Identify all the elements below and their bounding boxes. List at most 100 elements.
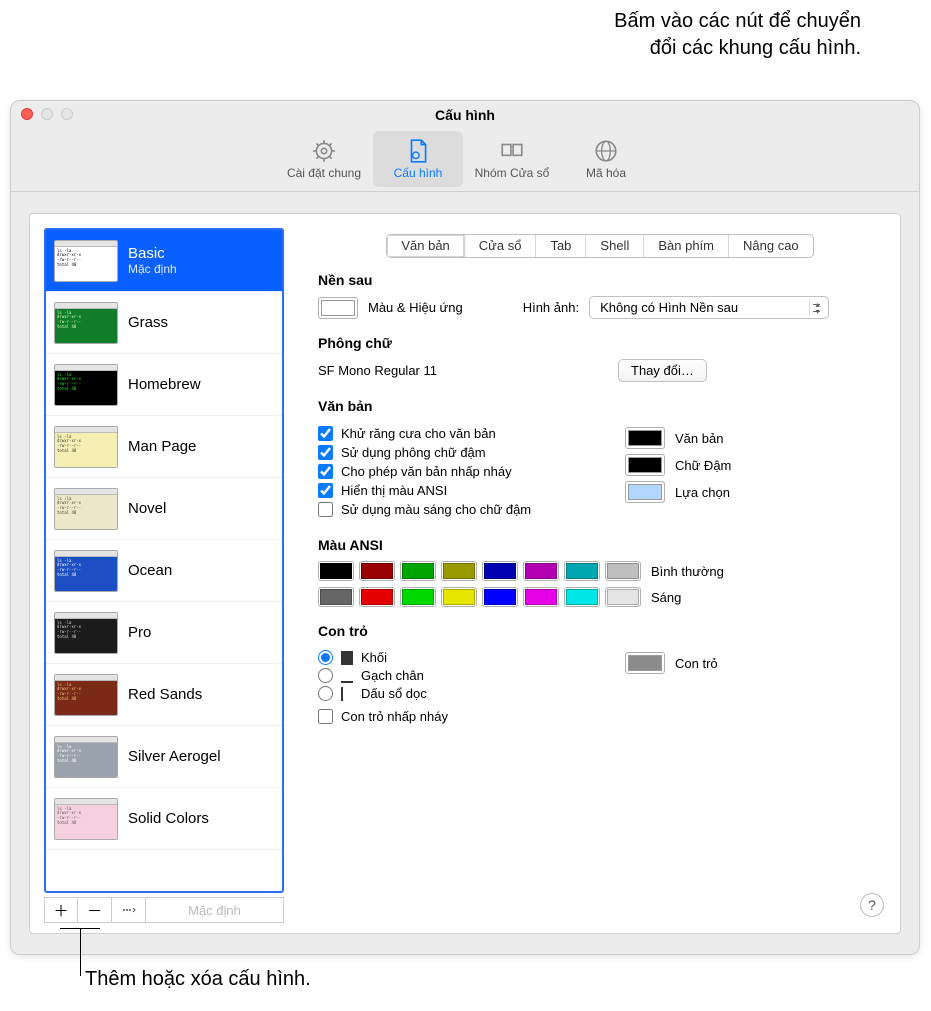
ansi-colors-checkbox[interactable]: Hiển thị màu ANSI — [318, 483, 575, 498]
tab-shell[interactable]: Shell — [586, 235, 644, 257]
globe-icon — [592, 138, 620, 164]
ansi-normal-1[interactable] — [359, 561, 395, 581]
toolbar: Cài đặt chung Cấu hình Nhóm Cửa sổ Mã hó… — [11, 127, 919, 192]
cursor-title: Con trỏ — [318, 623, 882, 639]
ansi-bright-3[interactable] — [441, 587, 477, 607]
cursor-underline-radio[interactable]: Gạch chân — [318, 668, 575, 683]
cursor-section: Con trỏ Khối Gạch chân Dấu sổ dọc Con tr… — [318, 623, 882, 728]
tab-keyboard[interactable]: Bàn phím — [644, 235, 729, 257]
help-button[interactable]: ? — [860, 893, 884, 917]
font-section: Phông chữ SF Mono Regular 11 Thay đổi… — [318, 335, 882, 382]
profile-thumbnail: ls -ladrwxr-xr-x-rw-r--r--total 48 — [54, 240, 118, 282]
ansi-section: Màu ANSI Bình thường Sáng — [318, 537, 882, 607]
toolbar-general[interactable]: Cài đặt chung — [279, 131, 369, 187]
ansi-bright-2[interactable] — [400, 587, 436, 607]
cursor-color-well[interactable] — [625, 652, 665, 674]
toolbar-profiles[interactable]: Cấu hình — [373, 131, 463, 187]
profile-item-red-sands[interactable]: ls -ladrwxr-xr-x-rw-r--r--total 48 Red Sa… — [46, 664, 282, 726]
profile-thumbnail: ls -ladrwxr-xr-x-rw-r--r--total 48 — [54, 426, 118, 468]
change-font-button[interactable]: Thay đổi… — [618, 359, 707, 382]
ansi-normal-3[interactable] — [441, 561, 477, 581]
main-panel: Văn bản Cửa sổ Tab Shell Bàn phím Nâng c… — [300, 214, 900, 933]
background-image-select[interactable]: Không có Hình Nền sau — [589, 296, 829, 319]
ansi-bright-0[interactable] — [318, 587, 354, 607]
profile-name: Silver Aerogel — [128, 748, 221, 765]
cursor-bar-radio[interactable]: Dấu sổ dọc — [318, 686, 575, 701]
callout-line — [80, 928, 81, 976]
profiles-sidebar: ls -ladrwxr-xr-x-rw-r--r--total 48BasicM… — [44, 228, 284, 893]
profile-item-novel[interactable]: ls -ladrwxr-xr-x-rw-r--r--total 48 Novel — [46, 478, 282, 540]
profile-actions-button[interactable] — [112, 897, 146, 923]
ansi-bright-4[interactable] — [482, 587, 518, 607]
add-profile-button[interactable]: ＋ — [44, 897, 78, 923]
profile-item-homebrew[interactable]: ls -ladrwxr-xr-x-rw-r--r--total 48 Homebr… — [46, 354, 282, 416]
cursor-blink-checkbox[interactable]: Con trỏ nhấp nháy — [318, 709, 575, 724]
tab-tab[interactable]: Tab — [536, 235, 586, 257]
selection-color-well[interactable] — [625, 481, 665, 503]
ansi-title: Màu ANSI — [318, 537, 882, 553]
ansi-normal-0[interactable] — [318, 561, 354, 581]
profile-item-silver-aerogel[interactable]: ls -ladrwxr-xr-x-rw-r--r--total 48 Silver… — [46, 726, 282, 788]
document-gear-icon — [404, 138, 432, 164]
gear-icon — [310, 138, 338, 164]
profile-tabs: Văn bản Cửa sổ Tab Shell Bàn phím Nâng c… — [386, 234, 813, 258]
remove-profile-button[interactable]: － — [78, 897, 112, 923]
bold-font-checkbox[interactable]: Sử dụng phông chữ đậm — [318, 445, 575, 460]
font-title: Phông chữ — [318, 335, 882, 351]
ansi-bright-1[interactable] — [359, 587, 395, 607]
ellipsis-chevron-icon — [121, 904, 137, 916]
profile-name: Red Sands — [128, 686, 202, 703]
profile-name: Pro — [128, 624, 151, 641]
profile-thumbnail: ls -ladrwxr-xr-x-rw-r--r--total 48 — [54, 488, 118, 530]
profile-name: Novel — [128, 500, 166, 517]
ansi-bright-6[interactable] — [564, 587, 600, 607]
toolbar-encoding[interactable]: Mã hóa — [561, 131, 651, 187]
profile-item-basic[interactable]: ls -ladrwxr-xr-x-rw-r--r--total 48BasicM… — [46, 230, 282, 292]
tab-advanced[interactable]: Nâng cao — [729, 235, 813, 257]
profile-thumbnail: ls -ladrwxr-xr-x-rw-r--r--total 48 — [54, 798, 118, 840]
profile-name: Ocean — [128, 562, 172, 579]
toolbar-window-groups[interactable]: Nhóm Cửa sổ — [467, 131, 557, 187]
bright-bold-checkbox[interactable]: Sử dụng màu sáng cho chữ đậm — [318, 502, 575, 517]
profile-name: Homebrew — [128, 376, 201, 393]
tab-text[interactable]: Văn bản — [387, 235, 464, 257]
cursor-block-radio[interactable]: Khối — [318, 650, 575, 665]
ansi-normal-2[interactable] — [400, 561, 436, 581]
image-label: Hình ảnh: — [523, 300, 579, 315]
profile-thumbnail: ls -ladrwxr-xr-x-rw-r--r--total 48 — [54, 736, 118, 778]
profile-name: Grass — [128, 314, 168, 331]
ansi-normal-7[interactable] — [605, 561, 641, 581]
antialias-checkbox[interactable]: Khử răng cưa cho văn bản — [318, 426, 575, 441]
ansi-bright-5[interactable] — [523, 587, 559, 607]
background-color-well[interactable] — [318, 297, 358, 319]
ansi-normal-6[interactable] — [564, 561, 600, 581]
profile-subtitle: Mặc định — [128, 262, 177, 276]
callout-bottom: Thêm hoặc xóa cấu hình. — [85, 968, 311, 991]
preferences-window: Cấu hình Cài đặt chung Cấu hình Nhóm Cửa… — [10, 100, 920, 955]
chevron-updown-icon — [809, 299, 825, 316]
font-value: SF Mono Regular 11 — [318, 363, 608, 378]
ansi-normal-5[interactable] — [523, 561, 559, 581]
ansi-normal-4[interactable] — [482, 561, 518, 581]
profile-thumbnail: ls -ladrwxr-xr-x-rw-r--r--total 48 — [54, 364, 118, 406]
profile-thumbnail: ls -ladrwxr-xr-x-rw-r--r--total 48 — [54, 674, 118, 716]
profile-item-solid-colors[interactable]: ls -ladrwxr-xr-x-rw-r--r--total 48Solid … — [46, 788, 282, 850]
profile-thumbnail: ls -ladrwxr-xr-x-rw-r--r--total 48 — [54, 612, 118, 654]
window-title: Cấu hình — [11, 107, 919, 123]
windows-icon — [498, 138, 526, 164]
callout-top: Bấm vào các nút để chuyển đổi các khung … — [614, 8, 861, 62]
sidebar-footer: ＋ － Mặc định — [44, 897, 284, 923]
background-title: Nền sau — [318, 272, 882, 288]
bold-color-well[interactable] — [625, 454, 665, 476]
color-effects-label: Màu & Hiệu ứng — [368, 300, 463, 315]
tab-window[interactable]: Cửa sổ — [465, 235, 537, 257]
profile-item-man-page[interactable]: ls -ladrwxr-xr-x-rw-r--r--total 48Man Pa… — [46, 416, 282, 478]
text-color-well[interactable] — [625, 427, 665, 449]
blink-text-checkbox[interactable]: Cho phép văn bản nhấp nháy — [318, 464, 575, 479]
profile-item-grass[interactable]: ls -ladrwxr-xr-x-rw-r--r--total 48Grass — [46, 292, 282, 354]
profile-item-ocean[interactable]: ls -ladrwxr-xr-x-rw-r--r--total 48 Ocean — [46, 540, 282, 602]
set-default-button[interactable]: Mặc định — [146, 897, 284, 923]
ansi-bright-7[interactable] — [605, 587, 641, 607]
profile-item-pro[interactable]: ls -ladrwxr-xr-x-rw-r--r--total 48 Pro — [46, 602, 282, 664]
profile-thumbnail: ls -ladrwxr-xr-x-rw-r--r--total 48 — [54, 550, 118, 592]
